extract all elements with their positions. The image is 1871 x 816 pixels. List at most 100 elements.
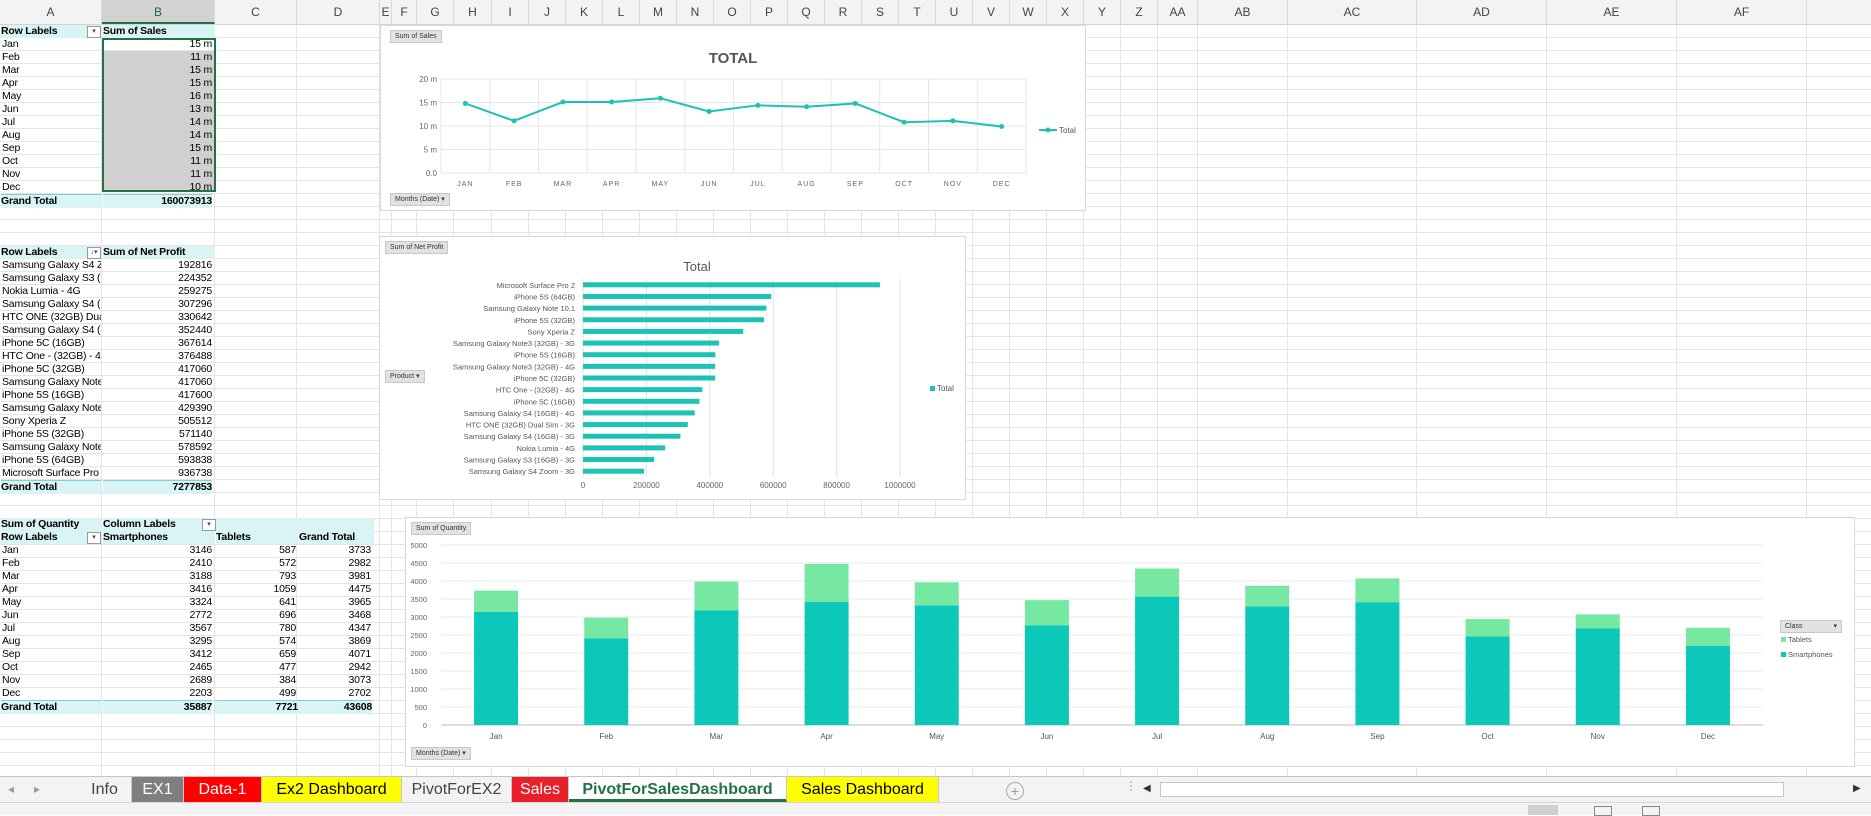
tab-ex2-dashboard[interactable]: Ex2 Dashboard (262, 777, 402, 802)
horizontal-scrollbar[interactable] (1160, 782, 1784, 797)
pivot1-grand-total-value[interactable]: 160073913 (103, 194, 212, 208)
pivot3-cell-tablets[interactable]: 780 (216, 622, 296, 635)
column-header-l[interactable]: L (603, 0, 640, 24)
net-profit-bar-chart[interactable]: Sum of Net Profit Product ▾ Total 0 200000… (379, 236, 966, 500)
tab-pivotforex2[interactable]: PivotForEX2 (402, 777, 512, 802)
tab-sales-dashboard[interactable]: Sales Dashboard (787, 777, 939, 802)
column-header-k[interactable]: K (566, 0, 603, 24)
pivot2-value-header[interactable]: Sum of Net Profit (103, 246, 215, 259)
scroll-tabs-left-icon[interactable]: ◂ (8, 777, 14, 802)
pivot3-grand-total-label[interactable]: Grand Total (1, 700, 101, 714)
column-header-h[interactable]: H (454, 0, 492, 24)
column-header-s[interactable]: S (862, 0, 899, 24)
pivot3-row-label[interactable]: Sep (2, 648, 101, 661)
column-header-r[interactable]: R (825, 0, 862, 24)
pivot3-values-label[interactable]: Sum of Quantity (1, 518, 101, 531)
sum-of-net-profit-field-button[interactable]: Sum of Net Profit (385, 241, 449, 254)
sales-line-chart[interactable]: Sum of Sales Months (Date) ▾ TOTAL 0.0 5 m… (380, 25, 1086, 211)
pivot2-row-label[interactable]: HTC One - (32GB) - 4 (2, 350, 101, 363)
scroll-tabs-right-icon[interactable]: ▸ (34, 777, 40, 802)
pivot2-row-label[interactable]: iPhone 5C (32GB) (2, 363, 101, 376)
pivot2-row-value[interactable]: 259275 (104, 285, 212, 298)
pivot2-row-value[interactable]: 307296 (104, 298, 212, 311)
pivot3-row-label[interactable]: Jul (2, 622, 101, 635)
pivot2-sort-filter-icon[interactable]: ↓▾ (87, 247, 101, 259)
column-header-g[interactable]: G (417, 0, 454, 24)
column-header-w[interactable]: W (1010, 0, 1047, 24)
class-legend-field-button[interactable]: Class ▾ (1780, 620, 1842, 633)
column-header-af[interactable]: AF (1677, 0, 1807, 24)
column-header-b[interactable]: B (102, 0, 215, 24)
column-header-d[interactable]: D (297, 0, 380, 24)
pivot1-row-label[interactable]: Oct (2, 155, 101, 168)
pivot1-row-label[interactable]: Jul (2, 116, 101, 129)
pivot1-row-label[interactable]: Jan (2, 38, 101, 51)
pivot3-col-grand-total[interactable]: Grand Total (299, 531, 374, 544)
pivot3-cell-grand-total[interactable]: 4071 (299, 648, 371, 661)
pivot3-col-smartphones[interactable]: Smartphones (103, 531, 215, 544)
column-header-i[interactable]: I (492, 0, 529, 24)
pivot3-row-label[interactable]: Mar (2, 570, 101, 583)
pivot1-filter-dropdown-icon[interactable]: ▾ (87, 26, 101, 38)
pivot3-row-label[interactable]: Jan (2, 544, 101, 557)
pivot3-column-labels[interactable]: Column Labels (103, 518, 215, 531)
pivot2-row-value[interactable]: 578592 (104, 441, 212, 454)
pivot2-grand-total-value[interactable]: 7277853 (103, 480, 212, 494)
pivot3-cell-smartphones[interactable]: 2203 (104, 687, 212, 700)
pivot3-cell-smartphones[interactable]: 3295 (104, 635, 212, 648)
column-header-j[interactable]: J (529, 0, 566, 24)
column-header-a[interactable]: A (0, 0, 102, 24)
pivot2-row-value[interactable]: 352440 (104, 324, 212, 337)
pivot3-cell-grand-total[interactable]: 4347 (299, 622, 371, 635)
column-header-y[interactable]: Y (1084, 0, 1121, 24)
new-sheet-icon[interactable]: + (1006, 782, 1024, 800)
column-header-n[interactable]: N (677, 0, 714, 24)
pivot3-grand-total-all[interactable]: 43608 (298, 700, 372, 714)
pivot3-row-filter-icon[interactable]: ▾ (87, 532, 101, 544)
pivot2-row-label[interactable]: iPhone 5S (64GB) (2, 454, 101, 467)
pivot3-row-label[interactable]: Jun (2, 609, 101, 622)
column-header-ad[interactable]: AD (1417, 0, 1547, 24)
pivot3-cell-tablets[interactable]: 659 (216, 648, 296, 661)
pivot3-row-label[interactable]: Oct (2, 661, 101, 674)
pivot1-row-label[interactable]: Feb (2, 51, 101, 64)
pivot3-cell-smartphones[interactable]: 3567 (104, 622, 212, 635)
pivot3-cell-grand-total[interactable]: 3468 (299, 609, 371, 622)
pivot3-row-label[interactable]: Feb (2, 557, 101, 570)
column-header-e[interactable]: E (380, 0, 392, 24)
product-axis-field-button[interactable]: Product ▾ (385, 370, 425, 383)
pivot1-row-label[interactable]: Dec (2, 181, 101, 194)
column-header-m[interactable]: M (640, 0, 677, 24)
page-layout-view-icon[interactable] (1594, 806, 1612, 816)
pivot3-cell-smartphones[interactable]: 3412 (104, 648, 212, 661)
pivot2-row-label[interactable]: Samsung Galaxy Note (2, 376, 101, 389)
pivot1-row-label[interactable]: Mar (2, 64, 101, 77)
pivot3-cell-grand-total[interactable]: 2702 (299, 687, 371, 700)
pivot1-grand-total-label[interactable]: Grand Total (1, 194, 101, 208)
pivot3-row-labels-header[interactable]: Row Labels (1, 531, 101, 544)
pivot2-row-label[interactable]: Samsung Galaxy Note (2, 441, 101, 454)
column-header-ae[interactable]: AE (1547, 0, 1677, 24)
tab-data-1[interactable]: Data-1 (184, 777, 262, 802)
pivot3-cell-tablets[interactable]: 641 (216, 596, 296, 609)
pivot2-row-value[interactable]: 936738 (104, 467, 212, 480)
tab-info[interactable]: Info (78, 777, 132, 802)
pivot1-value-header[interactable]: Sum of Sales (103, 25, 215, 38)
pivot3-cell-tablets[interactable]: 477 (216, 661, 296, 674)
pivot2-row-value[interactable]: 417060 (104, 376, 212, 389)
pivot2-row-label[interactable]: Samsung Galaxy S4 ( (2, 324, 101, 337)
pivot1-row-label[interactable]: Nov (2, 168, 101, 181)
worksheet[interactable]: A B C D E F G H I J K L M N O P Q R S T U V W X Y Z AA AB AC AD AE AF R… (0, 0, 1871, 776)
pivot3-cell-grand-total[interactable]: 3981 (299, 570, 371, 583)
tab-pivotforsalesdashboard[interactable]: PivotForSalesDashboard (569, 777, 787, 802)
pivot3-cell-smartphones[interactable]: 2689 (104, 674, 212, 687)
pivot1-row-labels-header[interactable]: Row Labels (1, 25, 101, 38)
pivot2-grand-total-label[interactable]: Grand Total (1, 480, 101, 494)
column-header-q[interactable]: Q (788, 0, 825, 24)
pivot3-cell-grand-total[interactable]: 4475 (299, 583, 371, 596)
pivot3-col-tablets[interactable]: Tablets (216, 531, 298, 544)
pivot3-cell-tablets[interactable]: 572 (216, 557, 296, 570)
pivot3-cell-tablets[interactable]: 793 (216, 570, 296, 583)
pivot2-row-value[interactable]: 417060 (104, 363, 212, 376)
pivot2-row-labels-header[interactable]: Row Labels (1, 246, 101, 259)
